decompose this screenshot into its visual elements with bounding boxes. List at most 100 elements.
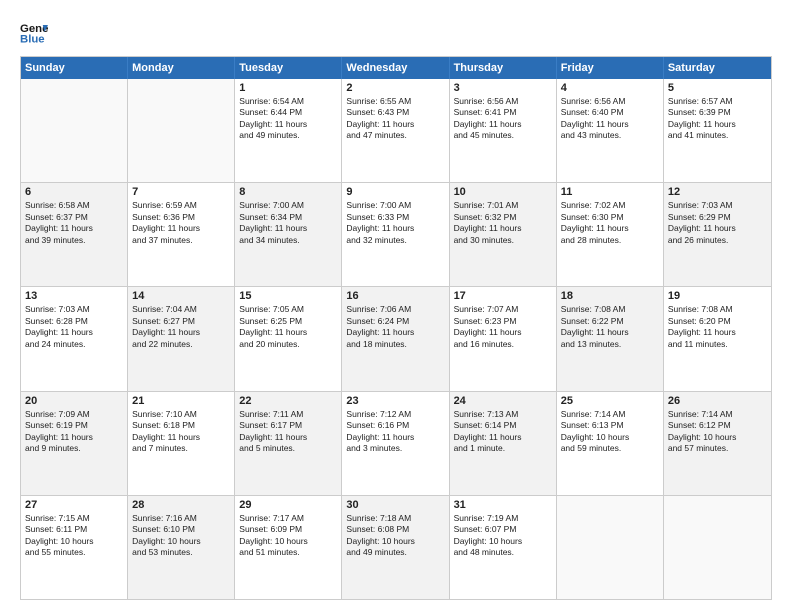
cell-info-line: Sunset: 6:34 PM xyxy=(239,212,337,223)
cell-info-line: Sunset: 6:25 PM xyxy=(239,316,337,327)
header: General Blue xyxy=(20,18,772,46)
cell-info-line: and 20 minutes. xyxy=(239,339,337,350)
cell-info-line: Daylight: 11 hours xyxy=(668,119,767,130)
cell-info-line: and 26 minutes. xyxy=(668,235,767,246)
day-number: 24 xyxy=(454,395,552,407)
day-number: 25 xyxy=(561,395,659,407)
cell-info-line: Sunset: 6:12 PM xyxy=(668,420,767,431)
day-number: 1 xyxy=(239,82,337,94)
cell-info-line: Sunrise: 7:07 AM xyxy=(454,304,552,315)
cell-info-line: Sunrise: 7:11 AM xyxy=(239,409,337,420)
cell-info-line: Daylight: 10 hours xyxy=(668,432,767,443)
cell-info-line: and 32 minutes. xyxy=(346,235,444,246)
calendar-cell xyxy=(128,79,235,182)
cell-info-line: Sunrise: 7:06 AM xyxy=(346,304,444,315)
calendar-cell: 1Sunrise: 6:54 AMSunset: 6:44 PMDaylight… xyxy=(235,79,342,182)
day-number: 13 xyxy=(25,290,123,302)
calendar-cell: 10Sunrise: 7:01 AMSunset: 6:32 PMDayligh… xyxy=(450,183,557,286)
cell-info-line: Sunset: 6:32 PM xyxy=(454,212,552,223)
calendar-cell xyxy=(21,79,128,182)
cell-info-line: Sunset: 6:39 PM xyxy=(668,107,767,118)
calendar-cell xyxy=(557,496,664,599)
cell-info-line: and 24 minutes. xyxy=(25,339,123,350)
cell-info-line: Daylight: 10 hours xyxy=(25,536,123,547)
cell-info-line: Daylight: 10 hours xyxy=(346,536,444,547)
calendar-row: 20Sunrise: 7:09 AMSunset: 6:19 PMDayligh… xyxy=(21,391,771,495)
cell-info-line: Sunset: 6:27 PM xyxy=(132,316,230,327)
cell-info-line: Daylight: 11 hours xyxy=(132,327,230,338)
day-number: 3 xyxy=(454,82,552,94)
cell-info-line: Sunrise: 6:54 AM xyxy=(239,96,337,107)
cell-info-line: Daylight: 11 hours xyxy=(239,119,337,130)
cell-info-line: Daylight: 11 hours xyxy=(561,327,659,338)
cell-info-line: Sunset: 6:17 PM xyxy=(239,420,337,431)
day-number: 7 xyxy=(132,186,230,198)
calendar-header-cell: Tuesday xyxy=(235,57,342,79)
cell-info-line: Sunrise: 7:01 AM xyxy=(454,200,552,211)
day-number: 23 xyxy=(346,395,444,407)
cell-info-line: Sunrise: 7:08 AM xyxy=(668,304,767,315)
calendar-header: SundayMondayTuesdayWednesdayThursdayFrid… xyxy=(21,57,771,79)
cell-info-line: Sunrise: 7:04 AM xyxy=(132,304,230,315)
cell-info-line: Sunset: 6:09 PM xyxy=(239,524,337,535)
day-number: 4 xyxy=(561,82,659,94)
page: General Blue SundayMondayTuesdayWednesda… xyxy=(0,0,792,612)
cell-info-line: Daylight: 11 hours xyxy=(25,223,123,234)
cell-info-line: Sunrise: 7:05 AM xyxy=(239,304,337,315)
day-number: 6 xyxy=(25,186,123,198)
calendar-cell: 18Sunrise: 7:08 AMSunset: 6:22 PMDayligh… xyxy=(557,287,664,390)
cell-info-line: and 28 minutes. xyxy=(561,235,659,246)
cell-info-line: Sunset: 6:29 PM xyxy=(668,212,767,223)
cell-info-line: Sunrise: 7:16 AM xyxy=(132,513,230,524)
cell-info-line: Sunrise: 7:03 AM xyxy=(25,304,123,315)
day-number: 21 xyxy=(132,395,230,407)
cell-info-line: Sunset: 6:41 PM xyxy=(454,107,552,118)
day-number: 10 xyxy=(454,186,552,198)
cell-info-line: Sunrise: 6:56 AM xyxy=(561,96,659,107)
cell-info-line: Sunset: 6:07 PM xyxy=(454,524,552,535)
cell-info-line: and 11 minutes. xyxy=(668,339,767,350)
cell-info-line: and 51 minutes. xyxy=(239,547,337,558)
cell-info-line: Daylight: 11 hours xyxy=(239,432,337,443)
calendar-cell: 23Sunrise: 7:12 AMSunset: 6:16 PMDayligh… xyxy=(342,392,449,495)
logo: General Blue xyxy=(20,18,52,46)
day-number: 26 xyxy=(668,395,767,407)
cell-info-line: Sunset: 6:43 PM xyxy=(346,107,444,118)
calendar-cell: 11Sunrise: 7:02 AMSunset: 6:30 PMDayligh… xyxy=(557,183,664,286)
cell-info-line: Daylight: 11 hours xyxy=(454,119,552,130)
calendar-header-cell: Monday xyxy=(128,57,235,79)
cell-info-line: and 22 minutes. xyxy=(132,339,230,350)
cell-info-line: Daylight: 11 hours xyxy=(346,327,444,338)
calendar-cell: 15Sunrise: 7:05 AMSunset: 6:25 PMDayligh… xyxy=(235,287,342,390)
calendar-cell: 28Sunrise: 7:16 AMSunset: 6:10 PMDayligh… xyxy=(128,496,235,599)
cell-info-line: Sunrise: 7:19 AM xyxy=(454,513,552,524)
day-number: 14 xyxy=(132,290,230,302)
cell-info-line: Sunrise: 7:08 AM xyxy=(561,304,659,315)
cell-info-line: Daylight: 11 hours xyxy=(561,119,659,130)
cell-info-line: Sunrise: 7:14 AM xyxy=(668,409,767,420)
cell-info-line: Daylight: 10 hours xyxy=(454,536,552,547)
calendar-row: 13Sunrise: 7:03 AMSunset: 6:28 PMDayligh… xyxy=(21,286,771,390)
cell-info-line: Daylight: 11 hours xyxy=(25,432,123,443)
cell-info-line: and 5 minutes. xyxy=(239,443,337,454)
cell-info-line: Sunrise: 7:18 AM xyxy=(346,513,444,524)
calendar-header-cell: Friday xyxy=(557,57,664,79)
cell-info-line: and 37 minutes. xyxy=(132,235,230,246)
calendar-cell: 5Sunrise: 6:57 AMSunset: 6:39 PMDaylight… xyxy=(664,79,771,182)
day-number: 29 xyxy=(239,499,337,511)
cell-info-line: and 18 minutes. xyxy=(346,339,444,350)
day-number: 5 xyxy=(668,82,767,94)
calendar-cell: 29Sunrise: 7:17 AMSunset: 6:09 PMDayligh… xyxy=(235,496,342,599)
cell-info-line: Daylight: 11 hours xyxy=(346,432,444,443)
cell-info-line: Sunset: 6:16 PM xyxy=(346,420,444,431)
calendar-row: 6Sunrise: 6:58 AMSunset: 6:37 PMDaylight… xyxy=(21,182,771,286)
calendar-cell: 17Sunrise: 7:07 AMSunset: 6:23 PMDayligh… xyxy=(450,287,557,390)
cell-info-line: and 13 minutes. xyxy=(561,339,659,350)
cell-info-line: Sunset: 6:36 PM xyxy=(132,212,230,223)
cell-info-line: Sunrise: 7:00 AM xyxy=(346,200,444,211)
cell-info-line: Sunrise: 7:14 AM xyxy=(561,409,659,420)
cell-info-line: Sunrise: 7:15 AM xyxy=(25,513,123,524)
cell-info-line: and 43 minutes. xyxy=(561,130,659,141)
calendar-header-cell: Wednesday xyxy=(342,57,449,79)
calendar-cell: 31Sunrise: 7:19 AMSunset: 6:07 PMDayligh… xyxy=(450,496,557,599)
